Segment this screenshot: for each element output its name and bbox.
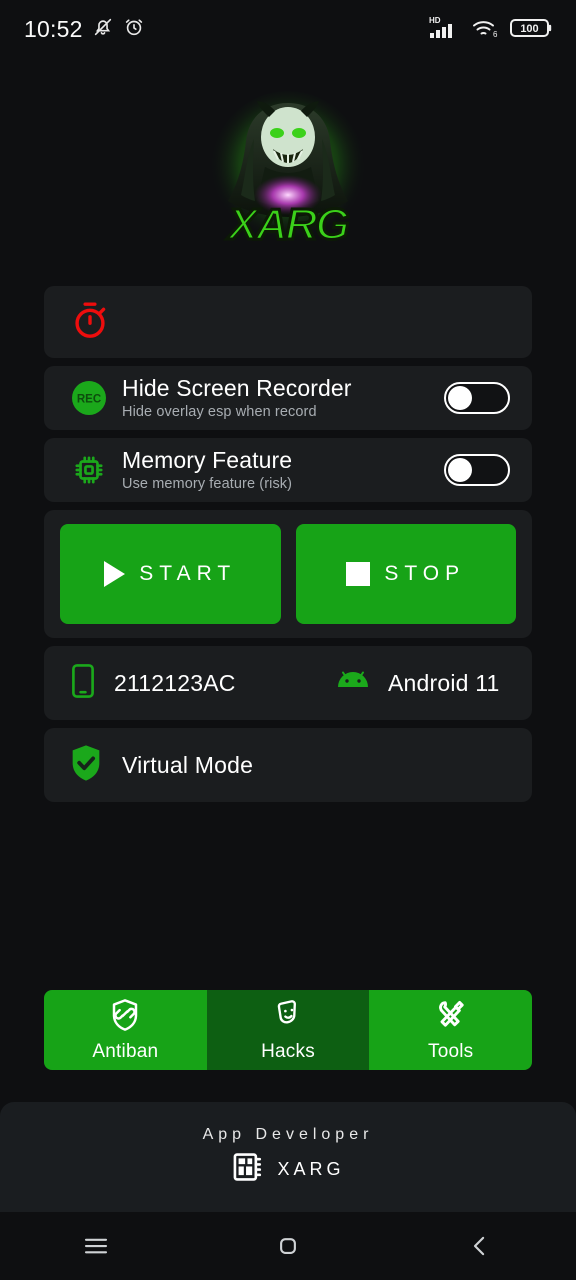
battery-icon: 100 [510,16,554,45]
tab-tools-label: Tools [428,1040,474,1062]
device-info-card: 2112123AC Android 11 [44,646,532,720]
app-screen: 10:52 HD 6 100 XARG REC Hide Screen Reco… [0,0,576,1280]
menu-icon[interactable] [56,1222,136,1270]
back-chevron-icon[interactable] [440,1222,520,1270]
cpu-chip-icon [66,453,112,487]
status-bar-left: 10:52 [24,16,145,43]
start-button[interactable]: START [60,524,281,624]
xarg-predator-logo: XARG [199,81,377,259]
android-nav-bar [0,1212,576,1280]
theater-masks-icon [272,998,304,1037]
svg-text:REC: REC [77,394,101,406]
status-bar: 10:52 HD 6 100 [0,0,576,58]
memory-feature-title: Memory Feature [122,446,293,473]
rec-icon: REC [66,379,112,417]
alarm-clock-icon [123,16,145,43]
action-buttons-card: START STOP [44,510,532,638]
shield-check-icon [68,743,104,788]
svg-text:6: 6 [493,30,498,39]
hd-signal-icon: HD [428,14,462,45]
timer-card[interactable] [44,286,532,358]
device-model-cell: 2112123AC [68,663,334,704]
memory-feature-row[interactable]: Memory Feature Use memory feature (risk) [44,438,532,502]
device-model: 2112123AC [114,669,236,696]
home-square-icon[interactable] [248,1222,328,1270]
shield-link-icon [109,998,141,1037]
virtual-mode-card[interactable]: Virtual Mode [44,728,532,802]
memory-chip-icon [231,1150,265,1189]
svg-text:HD: HD [429,16,441,25]
stop-button[interactable]: STOP [295,524,516,624]
tab-tools[interactable]: Tools [369,990,532,1070]
stopwatch-icon [70,299,110,346]
memory-feature-text: Memory Feature Use memory feature (risk) [112,446,444,493]
svg-text:100: 100 [520,23,538,35]
hide-screen-recorder-subtitle: Hide overlay esp when record [122,404,317,421]
stop-button-label: STOP [384,562,466,585]
virtual-mode-label: Virtual Mode [122,751,254,778]
silent-bell-icon [92,16,114,43]
app-logo-container: XARG [0,64,576,276]
android-robot-icon [334,669,372,698]
status-bar-right: HD 6 100 [428,14,554,45]
play-icon [104,561,126,587]
developer-name: XARG [277,1158,345,1179]
tab-hacks-label: Hacks [261,1040,315,1062]
toggle-knob [448,458,472,482]
os-version: Android 11 [388,669,500,696]
hide-screen-recorder-text: Hide Screen Recorder Hide overlay esp wh… [112,374,444,421]
start-button-label: START [139,562,237,585]
wrench-screwdriver-icon [435,998,467,1037]
tab-hacks[interactable]: Hacks [206,990,370,1070]
hide-screen-recorder-row[interactable]: REC Hide Screen Recorder Hide overlay es… [44,366,532,430]
os-version-cell: Android 11 [334,669,500,698]
svg-text:XARG: XARG [225,200,348,249]
hide-screen-recorder-toggle[interactable] [444,382,510,414]
wifi-6-icon: 6 [471,16,501,45]
tab-antiban[interactable]: Antiban [44,990,207,1070]
developer-credit: XARG [231,1150,344,1189]
footer-title: App Developer [202,1125,374,1143]
stop-icon [346,562,371,586]
hide-screen-recorder-title: Hide Screen Recorder [122,374,352,401]
toggle-knob [448,386,472,410]
footer: App Developer XARG [0,1102,576,1212]
tab-antiban-label: Antiban [92,1040,159,1062]
smartphone-icon [68,663,98,704]
memory-feature-toggle[interactable] [444,454,510,486]
status-bar-clock: 10:52 [24,15,83,42]
memory-feature-subtitle: Use memory feature (risk) [122,476,293,493]
bottom-tab-bar: Antiban Hacks Tools [44,990,532,1070]
